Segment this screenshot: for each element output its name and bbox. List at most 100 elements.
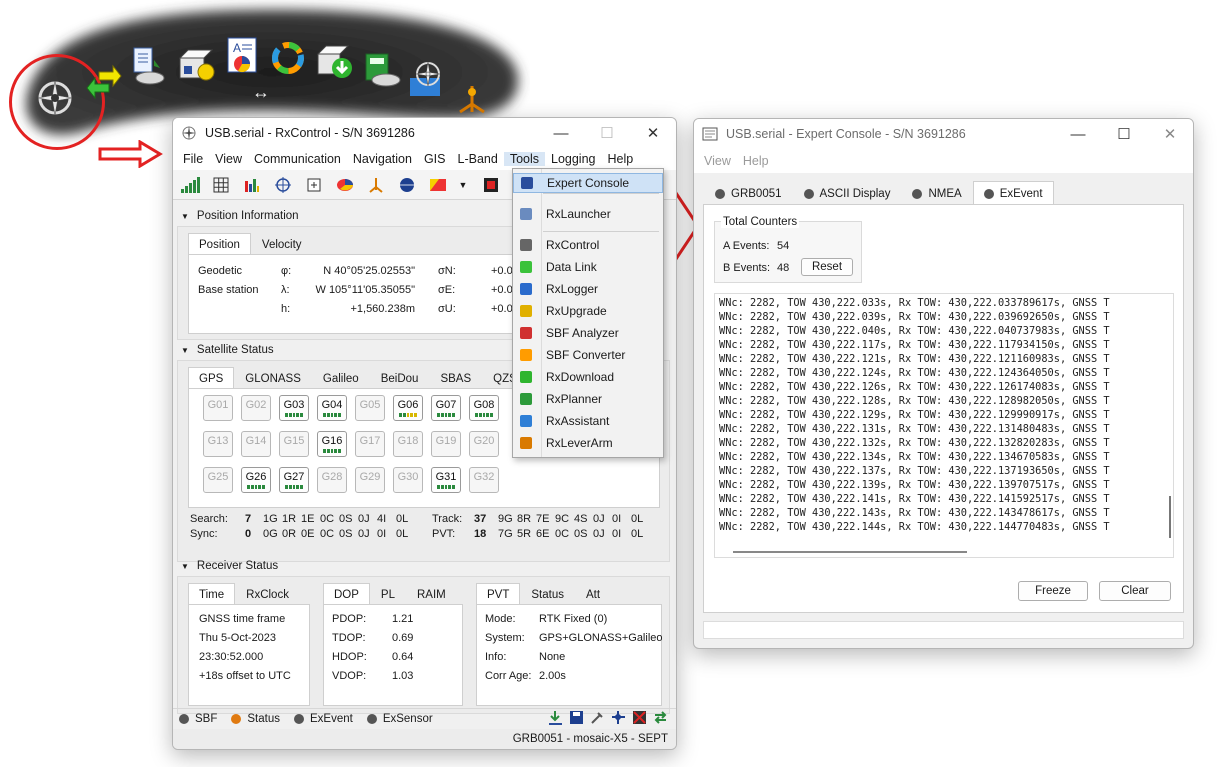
tab-time[interactable]: Time <box>188 583 236 605</box>
data-link-icon[interactable] <box>85 62 123 100</box>
reset-button[interactable]: Reset <box>801 258 853 276</box>
menu-help[interactable]: Help <box>602 152 640 166</box>
console-menu-help[interactable]: Help <box>737 154 775 168</box>
crosshair-icon[interactable] <box>272 174 294 196</box>
save-status-icon[interactable] <box>569 710 584 728</box>
tab-raim[interactable]: RAIM <box>406 583 457 605</box>
maximize-button[interactable]: ☐ <box>584 118 630 148</box>
rxassistant-icon[interactable] <box>408 60 446 98</box>
rxcontrol-icon[interactable] <box>35 78 73 116</box>
tab-velocity[interactable]: Velocity <box>251 233 313 255</box>
log-vertical-scrollbar[interactable] <box>1169 496 1171 538</box>
satellite-g01[interactable]: G01 <box>203 395 233 421</box>
tab-rxclock[interactable]: RxClock <box>235 583 300 605</box>
satellite-g16[interactable]: G16 <box>317 431 347 457</box>
menu-l-band[interactable]: L-Band <box>452 152 504 166</box>
download-status-icon[interactable] <box>548 710 563 728</box>
satellite-g05[interactable]: G05 <box>355 395 385 421</box>
satellite-g19[interactable]: G19 <box>431 431 461 457</box>
rxdownload-icon[interactable] <box>314 40 352 78</box>
transfer-status-icon[interactable] <box>653 710 668 728</box>
satellite-g04[interactable]: G04 <box>317 395 347 421</box>
menu-item-rxupgrade[interactable]: RxUpgrade <box>513 301 663 321</box>
satellite-g15[interactable]: G15 <box>279 431 309 457</box>
event-log[interactable]: WNc: 2282, TOW 430,222.033s, Rx TOW: 430… <box>714 293 1174 558</box>
log-horizontal-scrollbar[interactable] <box>733 551 967 553</box>
tab-sbas[interactable]: SBAS <box>429 367 482 389</box>
tab-pvt[interactable]: PVT <box>476 583 521 605</box>
menu-item-rxdownload[interactable]: RxDownload <box>513 367 663 387</box>
pie-chart-icon[interactable] <box>334 174 356 196</box>
satellite-g20[interactable]: G20 <box>469 431 499 457</box>
menu-communication[interactable]: Communication <box>248 152 347 166</box>
record-icon[interactable] <box>480 174 502 196</box>
rxplanner-icon[interactable] <box>362 50 401 88</box>
satellite-g32[interactable]: G32 <box>469 467 499 493</box>
target-status-icon[interactable] <box>611 710 626 728</box>
tab-grb0051[interactable]: GRB0051 <box>704 181 793 205</box>
satellite-g30[interactable]: G30 <box>393 467 423 493</box>
rxleverarm-icon[interactable] <box>452 82 490 120</box>
satellite-g27[interactable]: G27 <box>279 467 309 493</box>
sbf-status[interactable]: SBF <box>195 713 217 725</box>
console-close-button[interactable]: ✕ <box>1147 119 1193 149</box>
signal-strength-icon[interactable] <box>179 174 201 196</box>
dropdown-arrow-icon[interactable]: ▼ <box>458 174 468 196</box>
menu-file[interactable]: File <box>177 152 209 166</box>
satellite-g08[interactable]: G08 <box>469 395 499 421</box>
tab-ascii-display[interactable]: ASCII Display <box>793 181 902 205</box>
menu-item-sbf-converter[interactable]: SBF Converter <box>513 345 663 365</box>
tab-status[interactable]: Status <box>520 583 575 605</box>
satellite-g31[interactable]: G31 <box>431 467 461 493</box>
satellite-g25[interactable]: G25 <box>203 467 233 493</box>
menu-item-rxcontrol[interactable]: RxControl <box>513 235 663 255</box>
tab-dop[interactable]: DOP <box>323 583 370 605</box>
tab-position[interactable]: Position <box>188 233 251 255</box>
tab-galileo[interactable]: Galileo <box>312 367 370 389</box>
rxlogger-icon[interactable] <box>128 46 166 85</box>
menu-navigation[interactable]: Navigation <box>347 152 418 166</box>
satellite-g07[interactable]: G07 <box>431 395 461 421</box>
close-button[interactable]: ✕ <box>630 118 676 148</box>
freeze-button[interactable]: Freeze <box>1018 581 1088 601</box>
satellite-g26[interactable]: G26 <box>241 467 271 493</box>
exsensor-status[interactable]: ExSensor <box>383 713 433 725</box>
satellite-g28[interactable]: G28 <box>317 467 347 493</box>
exevent-status[interactable]: ExEvent <box>310 713 353 725</box>
receiver-header[interactable]: ▼ Receiver Status <box>173 556 676 576</box>
gis-color-icon[interactable] <box>427 174 449 196</box>
menu-item-rxlauncher[interactable]: RxLauncher <box>513 204 663 224</box>
menu-logging[interactable]: Logging <box>545 152 602 166</box>
lever-arm-icon[interactable] <box>365 174 387 196</box>
console-minimize-button[interactable]: — <box>1055 119 1101 149</box>
tab-att[interactable]: Att <box>575 583 611 605</box>
tab-beidou[interactable]: BeiDou <box>370 367 430 389</box>
menu-item-expert-console[interactable]: Expert Console <box>513 173 663 193</box>
satellite-g14[interactable]: G14 <box>241 431 271 457</box>
menu-gis[interactable]: GIS <box>418 152 452 166</box>
menu-item-rxlogger[interactable]: RxLogger <box>513 279 663 299</box>
tab-gps[interactable]: GPS <box>188 367 235 389</box>
menu-view[interactable]: View <box>209 152 248 166</box>
menu-item-rxassistant[interactable]: RxAssistant <box>513 411 663 431</box>
menu-tools[interactable]: Tools <box>503 152 545 166</box>
menu-item-sbf-analyzer[interactable]: SBF Analyzer <box>513 323 663 343</box>
status-status[interactable]: Status <box>247 713 280 725</box>
console-maximize-button[interactable]: ☐ <box>1101 119 1147 149</box>
plus-box-icon[interactable] <box>303 174 325 196</box>
bar-chart-icon[interactable] <box>241 174 263 196</box>
tool-status-icon[interactable] <box>590 710 605 728</box>
console-menu-view[interactable]: View <box>698 154 737 168</box>
menu-item-data-link[interactable]: Data Link <box>513 257 663 277</box>
satellite-g03[interactable]: G03 <box>279 395 309 421</box>
satellite-g18[interactable]: G18 <box>393 431 423 457</box>
sbf-converter-icon[interactable] <box>268 38 306 76</box>
tab-nmea[interactable]: NMEA <box>901 181 972 205</box>
satellite-g29[interactable]: G29 <box>355 467 385 493</box>
menu-item-rxplanner[interactable]: RxPlanner <box>513 389 663 409</box>
tab-exevent[interactable]: ExEvent <box>972 181 1054 205</box>
satellite-g13[interactable]: G13 <box>203 431 233 457</box>
satellite-g06[interactable]: G06 <box>393 395 423 421</box>
grid-icon[interactable] <box>210 174 232 196</box>
minimize-button[interactable]: — <box>538 118 584 148</box>
